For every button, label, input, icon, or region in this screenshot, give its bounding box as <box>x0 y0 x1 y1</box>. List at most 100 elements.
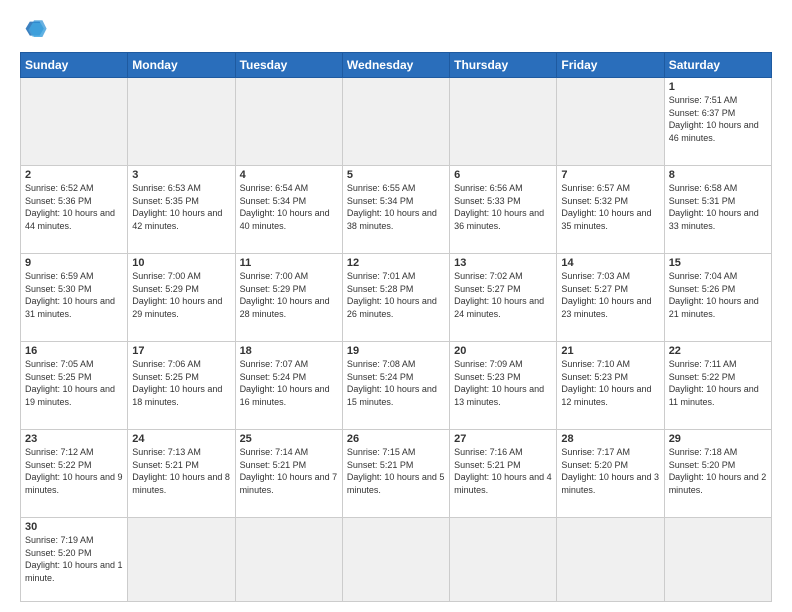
day-info: Sunrise: 7:01 AM Sunset: 5:28 PM Dayligh… <box>347 270 445 320</box>
calendar-cell: 25Sunrise: 7:14 AM Sunset: 5:21 PM Dayli… <box>235 430 342 518</box>
calendar-cell: 11Sunrise: 7:00 AM Sunset: 5:29 PM Dayli… <box>235 254 342 342</box>
col-header-saturday: Saturday <box>664 53 771 78</box>
day-info: Sunrise: 7:17 AM Sunset: 5:20 PM Dayligh… <box>561 446 659 496</box>
calendar-cell <box>450 518 557 602</box>
day-info: Sunrise: 7:08 AM Sunset: 5:24 PM Dayligh… <box>347 358 445 408</box>
calendar-cell: 27Sunrise: 7:16 AM Sunset: 5:21 PM Dayli… <box>450 430 557 518</box>
day-number: 27 <box>454 433 552 445</box>
day-info: Sunrise: 7:19 AM Sunset: 5:20 PM Dayligh… <box>25 534 123 584</box>
day-number: 25 <box>240 433 338 445</box>
day-number: 21 <box>561 345 659 357</box>
day-info: Sunrise: 7:14 AM Sunset: 5:21 PM Dayligh… <box>240 446 338 496</box>
day-number: 1 <box>669 81 767 93</box>
day-info: Sunrise: 7:03 AM Sunset: 5:27 PM Dayligh… <box>561 270 659 320</box>
calendar-cell: 16Sunrise: 7:05 AM Sunset: 5:25 PM Dayli… <box>21 342 128 430</box>
calendar-cell <box>21 78 128 166</box>
day-number: 13 <box>454 257 552 269</box>
calendar-cell <box>450 78 557 166</box>
col-header-thursday: Thursday <box>450 53 557 78</box>
calendar-cell: 20Sunrise: 7:09 AM Sunset: 5:23 PM Dayli… <box>450 342 557 430</box>
calendar-week-4: 16Sunrise: 7:05 AM Sunset: 5:25 PM Dayli… <box>21 342 772 430</box>
col-header-tuesday: Tuesday <box>235 53 342 78</box>
calendar-cell <box>664 518 771 602</box>
calendar-cell: 19Sunrise: 7:08 AM Sunset: 5:24 PM Dayli… <box>342 342 449 430</box>
day-info: Sunrise: 7:10 AM Sunset: 5:23 PM Dayligh… <box>561 358 659 408</box>
day-info: Sunrise: 7:05 AM Sunset: 5:25 PM Dayligh… <box>25 358 123 408</box>
day-info: Sunrise: 7:00 AM Sunset: 5:29 PM Dayligh… <box>132 270 230 320</box>
calendar-cell <box>128 78 235 166</box>
day-number: 26 <box>347 433 445 445</box>
col-header-friday: Friday <box>557 53 664 78</box>
day-number: 3 <box>132 169 230 181</box>
calendar-week-1: 1Sunrise: 7:51 AM Sunset: 6:37 PM Daylig… <box>21 78 772 166</box>
day-info: Sunrise: 7:02 AM Sunset: 5:27 PM Dayligh… <box>454 270 552 320</box>
calendar-cell: 7Sunrise: 6:57 AM Sunset: 5:32 PM Daylig… <box>557 166 664 254</box>
day-number: 24 <box>132 433 230 445</box>
day-info: Sunrise: 7:18 AM Sunset: 5:20 PM Dayligh… <box>669 446 767 496</box>
calendar-cell: 4Sunrise: 6:54 AM Sunset: 5:34 PM Daylig… <box>235 166 342 254</box>
calendar-cell: 30Sunrise: 7:19 AM Sunset: 5:20 PM Dayli… <box>21 518 128 602</box>
calendar-cell: 15Sunrise: 7:04 AM Sunset: 5:26 PM Dayli… <box>664 254 771 342</box>
day-number: 19 <box>347 345 445 357</box>
calendar-cell <box>342 78 449 166</box>
day-info: Sunrise: 7:04 AM Sunset: 5:26 PM Dayligh… <box>669 270 767 320</box>
day-number: 9 <box>25 257 123 269</box>
day-number: 6 <box>454 169 552 181</box>
day-number: 12 <box>347 257 445 269</box>
day-info: Sunrise: 7:06 AM Sunset: 5:25 PM Dayligh… <box>132 358 230 408</box>
calendar-cell <box>557 78 664 166</box>
logo-icon <box>20 16 48 44</box>
day-number: 20 <box>454 345 552 357</box>
calendar-cell: 8Sunrise: 6:58 AM Sunset: 5:31 PM Daylig… <box>664 166 771 254</box>
page: SundayMondayTuesdayWednesdayThursdayFrid… <box>0 0 792 612</box>
calendar-cell: 28Sunrise: 7:17 AM Sunset: 5:20 PM Dayli… <box>557 430 664 518</box>
day-number: 18 <box>240 345 338 357</box>
calendar-header-row: SundayMondayTuesdayWednesdayThursdayFrid… <box>21 53 772 78</box>
header <box>20 16 772 44</box>
day-info: Sunrise: 6:52 AM Sunset: 5:36 PM Dayligh… <box>25 182 123 232</box>
calendar-cell: 3Sunrise: 6:53 AM Sunset: 5:35 PM Daylig… <box>128 166 235 254</box>
day-number: 5 <box>347 169 445 181</box>
day-number: 22 <box>669 345 767 357</box>
day-info: Sunrise: 7:51 AM Sunset: 6:37 PM Dayligh… <box>669 94 767 144</box>
day-info: Sunrise: 7:09 AM Sunset: 5:23 PM Dayligh… <box>454 358 552 408</box>
day-info: Sunrise: 6:58 AM Sunset: 5:31 PM Dayligh… <box>669 182 767 232</box>
day-number: 30 <box>25 521 123 533</box>
day-info: Sunrise: 7:15 AM Sunset: 5:21 PM Dayligh… <box>347 446 445 496</box>
day-info: Sunrise: 6:53 AM Sunset: 5:35 PM Dayligh… <box>132 182 230 232</box>
calendar-cell <box>342 518 449 602</box>
day-number: 8 <box>669 169 767 181</box>
day-info: Sunrise: 7:13 AM Sunset: 5:21 PM Dayligh… <box>132 446 230 496</box>
day-number: 28 <box>561 433 659 445</box>
calendar-cell: 22Sunrise: 7:11 AM Sunset: 5:22 PM Dayli… <box>664 342 771 430</box>
calendar-cell: 12Sunrise: 7:01 AM Sunset: 5:28 PM Dayli… <box>342 254 449 342</box>
day-info: Sunrise: 6:55 AM Sunset: 5:34 PM Dayligh… <box>347 182 445 232</box>
calendar-week-5: 23Sunrise: 7:12 AM Sunset: 5:22 PM Dayli… <box>21 430 772 518</box>
logo <box>20 16 52 44</box>
calendar-week-6: 30Sunrise: 7:19 AM Sunset: 5:20 PM Dayli… <box>21 518 772 602</box>
calendar-cell: 24Sunrise: 7:13 AM Sunset: 5:21 PM Dayli… <box>128 430 235 518</box>
day-info: Sunrise: 7:07 AM Sunset: 5:24 PM Dayligh… <box>240 358 338 408</box>
calendar-cell: 9Sunrise: 6:59 AM Sunset: 5:30 PM Daylig… <box>21 254 128 342</box>
calendar-cell: 18Sunrise: 7:07 AM Sunset: 5:24 PM Dayli… <box>235 342 342 430</box>
day-info: Sunrise: 7:00 AM Sunset: 5:29 PM Dayligh… <box>240 270 338 320</box>
day-info: Sunrise: 6:59 AM Sunset: 5:30 PM Dayligh… <box>25 270 123 320</box>
day-number: 7 <box>561 169 659 181</box>
day-number: 11 <box>240 257 338 269</box>
calendar-cell: 5Sunrise: 6:55 AM Sunset: 5:34 PM Daylig… <box>342 166 449 254</box>
day-info: Sunrise: 6:56 AM Sunset: 5:33 PM Dayligh… <box>454 182 552 232</box>
calendar-week-3: 9Sunrise: 6:59 AM Sunset: 5:30 PM Daylig… <box>21 254 772 342</box>
day-number: 17 <box>132 345 230 357</box>
calendar-cell: 29Sunrise: 7:18 AM Sunset: 5:20 PM Dayli… <box>664 430 771 518</box>
day-info: Sunrise: 7:12 AM Sunset: 5:22 PM Dayligh… <box>25 446 123 496</box>
day-number: 15 <box>669 257 767 269</box>
day-number: 4 <box>240 169 338 181</box>
day-number: 14 <box>561 257 659 269</box>
calendar: SundayMondayTuesdayWednesdayThursdayFrid… <box>20 52 772 602</box>
day-number: 2 <box>25 169 123 181</box>
day-number: 10 <box>132 257 230 269</box>
day-number: 23 <box>25 433 123 445</box>
calendar-cell: 1Sunrise: 7:51 AM Sunset: 6:37 PM Daylig… <box>664 78 771 166</box>
calendar-cell <box>557 518 664 602</box>
col-header-sunday: Sunday <box>21 53 128 78</box>
